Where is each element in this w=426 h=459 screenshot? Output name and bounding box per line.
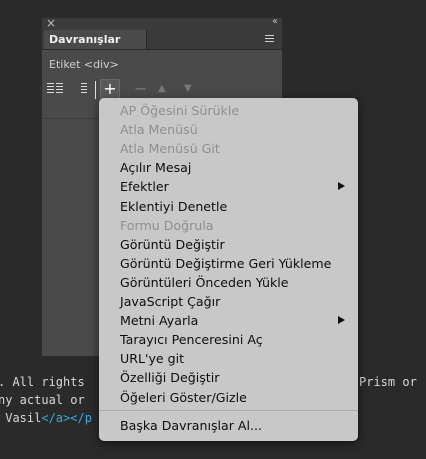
show-all-events-icon[interactable]	[77, 80, 95, 98]
menu-item-jump-menu[interactable]: Atla Menüsü	[120, 120, 198, 139]
add-behavior-button[interactable]: +	[100, 79, 120, 99]
panel-menu-icon[interactable]	[265, 35, 274, 43]
menu-item-check-plugin[interactable]: Eklentiyi Denetle	[120, 197, 227, 216]
tag-label: Etiket <div>	[49, 58, 119, 71]
code-line: Vasil</a></p	[0, 411, 92, 425]
menu-item-jump-menu-go[interactable]: Atla Menüsü Git	[120, 139, 220, 158]
menu-item-swap-image[interactable]: Görüntü Değiştir	[120, 235, 225, 254]
code-text: Vasil	[0, 411, 42, 425]
menu-item-popup-message[interactable]: Açılır Mesaj	[120, 158, 191, 177]
menu-item-preload-images[interactable]: Görüntüleri Önceden Yükle	[120, 273, 289, 292]
code-line-fragment: Prism or	[359, 375, 417, 389]
menu-item-show-hide-elements[interactable]: Öğeleri Göster/Gizle	[120, 388, 247, 407]
panel-tab-bar: Davranışlar	[42, 30, 282, 50]
menu-item-drag-ap-element[interactable]: AP Öğesini Sürükle	[120, 101, 239, 120]
menu-item-validate-form[interactable]: Formu Doğrula	[120, 216, 213, 235]
code-tag: </a></p	[41, 411, 92, 425]
menu-item-effects[interactable]: Efektler	[120, 177, 169, 196]
menu-separator	[99, 410, 358, 411]
collapse-panel-icon[interactable]: ‹‹	[272, 16, 278, 27]
panel-title-bar: × ‹‹	[42, 16, 282, 30]
code-line: ny actual or	[0, 393, 85, 407]
menu-item-call-javascript[interactable]: JavaScript Çağır	[120, 292, 220, 311]
menu-item-get-more-behaviors[interactable]: Başka Davranışlar Al...	[120, 416, 262, 435]
menu-item-change-property[interactable]: Özelliği Değiştir	[120, 368, 219, 387]
submenu-arrow-icon	[338, 316, 345, 324]
close-panel-icon[interactable]: ×	[46, 16, 56, 30]
menu-item-go-to-url[interactable]: URL'ye git	[120, 349, 184, 368]
submenu-arrow-icon	[338, 182, 345, 190]
add-behavior-menu: AP Öğesini Sürükle Atla Menüsü Atla Menü…	[99, 98, 358, 441]
remove-behavior-icon[interactable]: −	[134, 80, 152, 98]
show-set-events-icon[interactable]	[47, 80, 65, 98]
tab-behaviors[interactable]: Davranışlar	[44, 30, 148, 49]
menu-item-swap-image-restore[interactable]: Görüntü Değiştirme Geri Yükleme	[120, 254, 331, 273]
move-down-icon[interactable]: ▼	[184, 80, 202, 98]
move-up-icon[interactable]: ▲	[158, 80, 176, 98]
toolbar-divider	[95, 81, 96, 99]
menu-item-set-text[interactable]: Metni Ayarla	[120, 311, 198, 330]
code-line: . All rights	[0, 375, 85, 389]
menu-item-open-browser-window[interactable]: Tarayıcı Penceresini Aç	[120, 330, 263, 349]
